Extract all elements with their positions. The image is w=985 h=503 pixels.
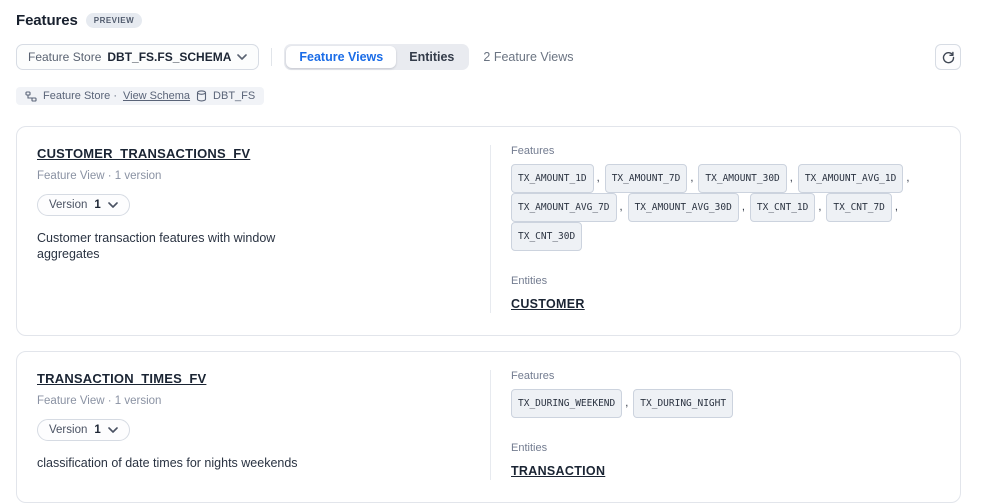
entities-section: Entities CUSTOMER	[511, 275, 940, 313]
breadcrumb-prefix: Feature Store ·	[43, 90, 117, 102]
entity-link-list: TRANSACTION	[511, 462, 940, 480]
toolbar: Feature Store DBT_FS.FS_SCHEMA Feature V…	[16, 44, 961, 70]
feature-chip: TX_CNT_30D	[511, 222, 582, 251]
feature-view-subtitle: Feature View · 1 version	[37, 395, 470, 407]
feature-view-description: Customer transaction features with windo…	[37, 230, 339, 264]
schema-icon	[25, 91, 37, 102]
feature-store-label: Feature Store	[28, 50, 101, 64]
feature-view-card: TRANSACTION_TIMES_FV Feature View · 1 ve…	[16, 351, 961, 503]
toolbar-divider	[271, 48, 272, 66]
version-value: 1	[94, 199, 100, 211]
feature-view-title-link[interactable]: TRANSACTION_TIMES_FV	[37, 371, 206, 386]
chip-separator: ,	[625, 397, 628, 409]
feature-chip: TX_DURING_WEEKEND	[511, 389, 622, 418]
preview-badge: PREVIEW	[86, 13, 142, 28]
refresh-button[interactable]	[935, 44, 961, 70]
refresh-icon	[942, 51, 955, 64]
page-header: Features PREVIEW	[16, 12, 961, 29]
view-schema-link[interactable]: View Schema	[123, 90, 190, 102]
features-label: Features	[511, 145, 940, 157]
feature-view-card: CUSTOMER_TRANSACTIONS_FV Feature View · …	[16, 126, 961, 336]
entities-label: Entities	[511, 442, 940, 454]
feature-chip: TX_AMOUNT_30D	[698, 164, 786, 193]
feature-chip: TX_AMOUNT_1D	[511, 164, 594, 193]
feature-store-dropdown[interactable]: Feature Store DBT_FS.FS_SCHEMA	[16, 44, 259, 70]
page-title: Features	[16, 12, 78, 29]
chevron-down-icon	[108, 427, 118, 433]
chip-separator: ,	[597, 172, 600, 184]
chevron-down-icon	[237, 54, 247, 60]
entity-link[interactable]: CUSTOMER	[511, 297, 585, 311]
feature-chip: TX_AMOUNT_AVG_30D	[628, 193, 739, 222]
feature-store-value: DBT_FS.FS_SCHEMA	[107, 50, 231, 64]
feature-chip: TX_AMOUNT_AVG_7D	[511, 193, 617, 222]
entity-link-list: CUSTOMER	[511, 295, 940, 313]
entity-link[interactable]: TRANSACTION	[511, 464, 605, 478]
card-details: Features TX_AMOUNT_1D,TX_AMOUNT_7D,TX_AM…	[491, 145, 960, 313]
database-icon	[196, 90, 207, 102]
feature-chip-list: TX_DURING_WEEKEND, TX_DURING_NIGHT	[511, 389, 940, 418]
feature-chip-list: TX_AMOUNT_1D,TX_AMOUNT_7D,TX_AMOUNT_30D,…	[511, 164, 940, 251]
card-summary: TRANSACTION_TIMES_FV Feature View · 1 ve…	[17, 370, 490, 480]
version-label: Version	[49, 199, 87, 211]
card-details: Features TX_DURING_WEEKEND, TX_DURING_NIG…	[491, 370, 960, 480]
feature-view-description: classification of date times for nights …	[37, 455, 339, 472]
feature-chip: TX_AMOUNT_7D	[605, 164, 688, 193]
chip-separator: ,	[906, 172, 909, 184]
card-summary: CUSTOMER_TRANSACTIONS_FV Feature View · …	[17, 145, 490, 313]
feature-chip: TX_DURING_NIGHT	[633, 389, 733, 418]
entities-label: Entities	[511, 275, 940, 287]
feature-chip: TX_AMOUNT_AVG_1D	[798, 164, 904, 193]
feature-view-list: CUSTOMER_TRANSACTIONS_FV Feature View · …	[16, 126, 961, 503]
feature-view-title-link[interactable]: CUSTOMER_TRANSACTIONS_FV	[37, 146, 250, 161]
tab-entities[interactable]: Entities	[396, 46, 467, 68]
breadcrumb-database: DBT_FS	[213, 90, 255, 102]
version-label: Version	[49, 424, 87, 436]
features-page: Features PREVIEW Feature Store DBT_FS.FS…	[0, 0, 985, 503]
entities-section: Entities TRANSACTION	[511, 442, 940, 480]
chevron-down-icon	[108, 202, 118, 208]
view-switcher: Feature Views Entities	[284, 44, 469, 70]
version-dropdown[interactable]: Version 1	[37, 194, 130, 216]
breadcrumb: Feature Store · View Schema DBT_FS	[16, 87, 264, 105]
feature-views-count: 2 Feature Views	[483, 50, 573, 64]
chip-separator: ,	[742, 201, 745, 213]
tab-feature-views[interactable]: Feature Views	[286, 46, 396, 68]
features-label: Features	[511, 370, 940, 382]
chip-separator: ,	[895, 201, 898, 213]
chip-separator: ,	[620, 201, 623, 213]
chip-separator: ,	[790, 172, 793, 184]
feature-chip: TX_CNT_1D	[750, 193, 815, 222]
feature-view-subtitle: Feature View · 1 version	[37, 170, 470, 182]
version-dropdown[interactable]: Version 1	[37, 419, 130, 441]
chip-separator: ,	[818, 201, 821, 213]
version-value: 1	[94, 424, 100, 436]
feature-chip: TX_CNT_7D	[826, 193, 891, 222]
chip-separator: ,	[690, 172, 693, 184]
